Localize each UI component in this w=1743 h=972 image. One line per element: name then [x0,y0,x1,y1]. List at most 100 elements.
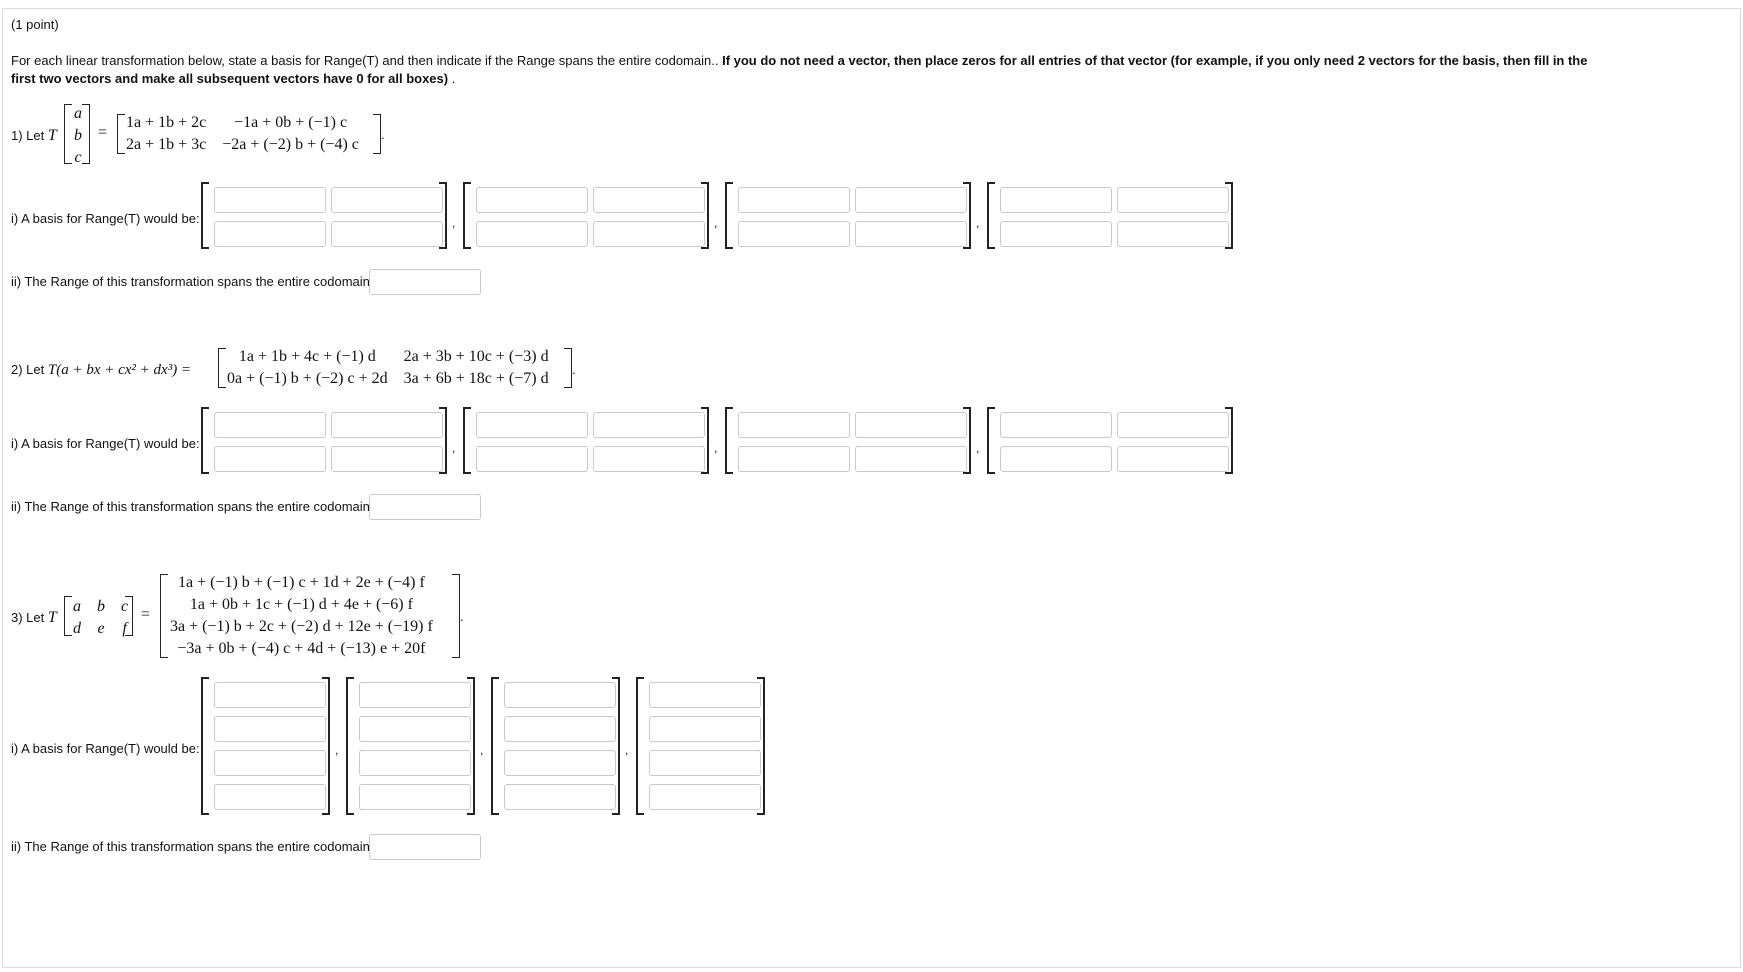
p2-m1-r2c1-input[interactable] [214,446,326,472]
p2-m3-r1c1-input[interactable] [738,412,850,438]
p3-v2-bracket-right [467,677,475,815]
p3-v2-bracket-left [346,677,354,815]
p3-v4-r1-input[interactable] [649,682,761,708]
p1-m2-r1c1-input[interactable] [476,187,588,213]
p1-output-bracket-right [373,114,381,154]
p2-m2-r2c2-input[interactable] [593,446,705,472]
p1-m1-r2c2-input[interactable] [331,221,443,247]
p3-v4-r3-input[interactable] [649,750,761,776]
p1-m2-r1c2-input[interactable] [593,187,705,213]
p1-m1-r2c1-input[interactable] [214,221,326,247]
p3-v4-bracket-left [636,677,644,815]
p1-equals: = [98,124,108,141]
instructions-bold: If you do not need a vector, then place … [722,53,1588,68]
p3-v3-r4-input[interactable] [504,784,616,810]
p1-m3-r2c1-input[interactable] [738,221,850,247]
p2-basis-label: i) A basis for Range(T) would be: [11,436,200,451]
p3-v3-bracket-right [612,677,620,815]
p3-v4-bracket-right [757,677,765,815]
p1-m1-r1c2-input[interactable] [331,187,443,213]
p1-m1-bracket-left [201,182,209,249]
instructions-tail: . [448,71,456,86]
p1-output-cell: 2a + 1b + 3c [126,136,207,153]
p1-m4-r1c1-input[interactable] [1000,187,1112,213]
p1-m2-bracket-left [463,182,471,249]
p3-output-cell: −3a + 0b + (−4) c + 4d + (−13) e + 20f [177,640,426,657]
p2-comma: , [714,441,718,455]
p1-m4-r2c1-input[interactable] [1000,221,1112,247]
p3-span-label: ii) The Range of this transformation spa… [11,839,374,854]
p3-v2-r2-input[interactable] [359,716,471,742]
p2-m3-bracket-left [725,407,733,474]
p3-v4-r4-input[interactable] [649,784,761,810]
p1-comma: , [714,216,718,230]
p2-m1-r2c2-input[interactable] [331,446,443,472]
p3-period: . [460,609,464,624]
p2-m2-r2c1-input[interactable] [476,446,588,472]
p3-comma: , [335,743,339,757]
p2-span-answer-input[interactable] [369,494,481,520]
p3-span-answer-input[interactable] [369,834,481,860]
p2-m2-bracket-right [701,407,709,474]
p2-m3-r2c2-input[interactable] [855,446,967,472]
p1-span-answer-input[interactable] [369,269,481,295]
p2-m3-bracket-right [963,407,971,474]
p2-m1-r1c1-input[interactable] [214,412,326,438]
p1-m3-r2c2-input[interactable] [855,221,967,247]
p1-m1-r1c1-input[interactable] [214,187,326,213]
p3-v1-r2-input[interactable] [214,716,326,742]
p1-m2-r2c1-input[interactable] [476,221,588,247]
p3-v4-r2-input[interactable] [649,716,761,742]
p3-output-vector: 1a + (−1) b + (−1) c + 1d + 2e + (−4) f … [162,572,441,660]
p2-m4-r1c2-input[interactable] [1117,412,1229,438]
p3-v3-r2-input[interactable] [504,716,616,742]
p3-v1-r1-input[interactable] [214,682,326,708]
p2-m4-r1c1-input[interactable] [1000,412,1112,438]
p3-comma: , [625,743,629,757]
p2-lhs: T(a + bx + cx² + dx³) = [47,362,192,378]
p1-m4-r1c2-input[interactable] [1117,187,1229,213]
p1-m3-r1c1-input[interactable] [738,187,850,213]
p3-input-entry: b [97,598,105,615]
p2-comma: , [452,441,456,455]
p1-m4-bracket-left [987,182,995,249]
points-label: (1 point) [11,17,59,32]
p3-v3-r3-input[interactable] [504,750,616,776]
p3-v1-r3-input[interactable] [214,750,326,776]
p3-input-entry: d [73,620,81,637]
instructions-intro: For each linear transformation below, st… [11,53,723,68]
p2-output-cell: 0a + (−1) b + (−2) c + 2d [227,370,388,387]
p2-m4-r2c2-input[interactable] [1117,446,1229,472]
p3-v1-bracket-right [322,677,330,815]
p2-m3-r1c2-input[interactable] [855,412,967,438]
instructions-line-1: For each linear transformation below, st… [11,53,1587,68]
p3-v1-r4-input[interactable] [214,784,326,810]
p1-output-cell: 1a + 1b + 2c [126,114,207,131]
p1-period: . [381,127,385,142]
p2-period: . [572,362,576,377]
p2-m4-bracket-left [987,407,995,474]
p1-m3-r1c2-input[interactable] [855,187,967,213]
p3-v3-r1-input[interactable] [504,682,616,708]
p2-m2-r1c2-input[interactable] [593,412,705,438]
p1-m2-r2c2-input[interactable] [593,221,705,247]
p1-m3-bracket-right [963,182,971,249]
p2-comma: , [976,441,980,455]
p2-m2-r1c1-input[interactable] [476,412,588,438]
p2-m1-r1c2-input[interactable] [331,412,443,438]
p3-v2-r4-input[interactable] [359,784,471,810]
p1-input-bracket-right [82,104,90,164]
p3-v1-bracket-left [201,677,209,815]
instructions-bold-2: first two vectors and make all subsequen… [11,71,449,86]
p1-basis-label: i) A basis for Range(T) would be: [11,211,200,226]
p3-v2-r1-input[interactable] [359,682,471,708]
p1-m4-r2c2-input[interactable] [1117,221,1229,247]
p3-equals: = [141,606,151,623]
p1-m3-bracket-left [725,182,733,249]
p2-output-cell: 1a + 1b + 4c + (−1) d [238,348,376,365]
p2-m4-r2c1-input[interactable] [1000,446,1112,472]
problem-1-label: 1) Let T [11,127,57,144]
p2-m3-r2c1-input[interactable] [738,446,850,472]
p1-output-cell: −2a + (−2) b + (−4) c [222,136,359,153]
p3-v2-r3-input[interactable] [359,750,471,776]
